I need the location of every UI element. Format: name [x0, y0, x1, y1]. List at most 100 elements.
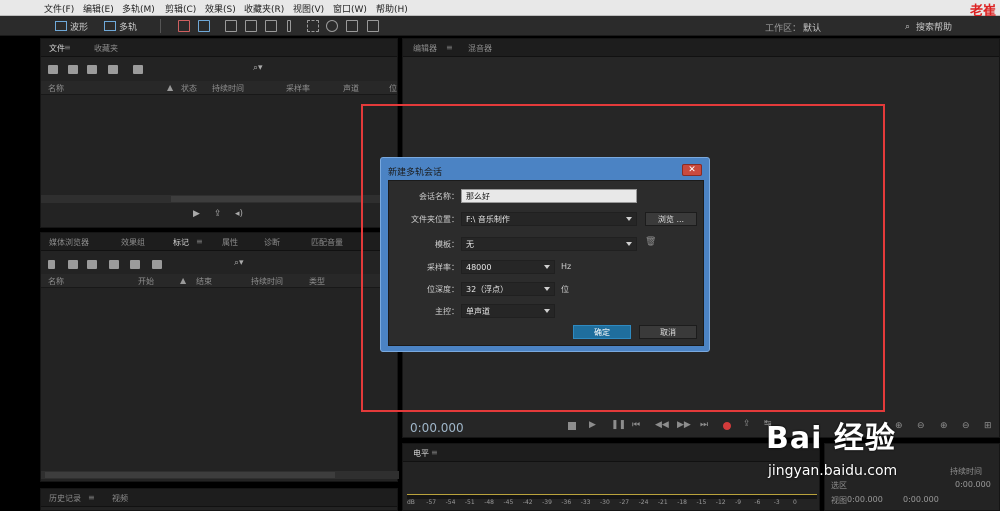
spectral-icon[interactable] [178, 20, 190, 32]
menu-effects[interactable]: 效果(S) [205, 2, 236, 15]
sample-rate-select[interactable]: 48000 [461, 260, 555, 274]
search-help[interactable]: ⌕ 搜索帮助 [905, 20, 952, 34]
play-icon[interactable]: ▶ [193, 209, 200, 219]
tab-menu-icon[interactable]: ≡ [196, 237, 203, 246]
col-status[interactable]: 状态 [181, 83, 197, 94]
zoom-in-amp-icon[interactable]: ⊕ [895, 421, 903, 431]
zoom-out-amp-icon[interactable]: ⊖ [917, 421, 925, 431]
master-select[interactable]: 单声道 [461, 304, 555, 318]
slip-tool-icon[interactable] [265, 20, 277, 32]
delete-icon[interactable] [133, 65, 143, 74]
import-icon[interactable] [68, 65, 78, 74]
cancel-button[interactable]: 取消 [639, 325, 697, 339]
menu-file[interactable]: 文件(F) [44, 2, 74, 15]
menu-edit[interactable]: 编辑(E) [83, 2, 114, 15]
bit-depth-select[interactable]: 32（浮点） [461, 282, 555, 296]
markers-scrollbar[interactable] [41, 471, 399, 479]
tab-editor[interactable]: 编辑器 [413, 43, 437, 54]
brush-icon[interactable] [346, 20, 358, 32]
col-name[interactable]: 名称 [48, 83, 64, 94]
tab-menu-icon[interactable]: ≡ [64, 43, 71, 52]
selection-duration-value[interactable]: 0:00.000 [955, 480, 991, 489]
delete-marker-icon[interactable] [68, 260, 78, 269]
tab-mixer[interactable]: 混音器 [468, 43, 492, 54]
new-file-icon[interactable] [87, 65, 97, 74]
col-duration[interactable]: 持续时间 [251, 276, 283, 287]
loop-export-icon[interactable]: ⇪ [743, 419, 751, 429]
stop-icon[interactable] [568, 422, 576, 430]
rewind-icon[interactable]: ◀◀ [655, 420, 669, 430]
insert-playlist-icon[interactable] [109, 260, 119, 269]
col-sample-rate[interactable]: 采样率 [286, 83, 310, 94]
col-channels[interactable]: 声道 [343, 83, 359, 94]
col-name[interactable]: 名称 [48, 276, 64, 287]
view-start-value[interactable]: 0:00.000 [847, 495, 883, 504]
menu-multitrack[interactable]: 多轨(M) [122, 2, 155, 15]
tab-menu-icon[interactable]: ≡ [431, 448, 438, 457]
folder-location-select[interactable]: F:\ 音乐制作 [461, 212, 637, 226]
tab-favorites[interactable]: 收藏夹 [94, 43, 118, 54]
move-tool-icon[interactable] [225, 20, 237, 32]
tab-markers[interactable]: 标记 [173, 237, 189, 248]
close-icon[interactable]: ✕ [682, 164, 702, 176]
ok-button[interactable]: 确定 [573, 325, 631, 339]
col-start[interactable]: 开始 [138, 276, 154, 287]
multitrack-button[interactable]: 多轨 [104, 19, 137, 33]
markers-search-icon[interactable]: ⌕▾ [234, 258, 244, 268]
col-end[interactable]: 结束 [196, 276, 212, 287]
menu-help[interactable]: 帮助(H) [376, 2, 408, 15]
browse-button[interactable]: 浏览 ... [645, 212, 697, 226]
pitch-icon[interactable] [198, 20, 210, 32]
tab-properties[interactable]: 属性 [222, 237, 238, 248]
time-select-icon[interactable] [287, 20, 291, 32]
record-icon[interactable] [723, 422, 731, 430]
lasso-icon[interactable] [326, 20, 338, 32]
razor-tool-icon[interactable] [245, 20, 257, 32]
insert-icon[interactable] [108, 65, 118, 74]
go-end-icon[interactable]: ⏭ [700, 420, 708, 430]
workspace-select[interactable]: 默认 [803, 21, 821, 34]
menu-window[interactable]: 窗口(W) [333, 2, 367, 15]
menu-view[interactable]: 视图(V) [293, 2, 324, 15]
merge-icon[interactable] [87, 260, 97, 269]
zoom-out-time-icon[interactable]: ⊖ [962, 421, 970, 431]
levels-title[interactable]: 电平 [413, 448, 429, 459]
tab-video[interactable]: 视频 [112, 493, 128, 504]
tab-media-browser[interactable]: 媒体浏览器 [49, 237, 89, 248]
zoom-in-time-icon[interactable]: ⊕ [940, 421, 948, 431]
tab-effects-rack[interactable]: 效果组 [121, 237, 145, 248]
col-duration[interactable]: 持续时间 [212, 83, 244, 94]
view-end-value[interactable]: 0:00.000 [903, 495, 939, 504]
files-scrollbar[interactable] [41, 195, 399, 203]
menu-clip[interactable]: 剪辑(C) [165, 2, 196, 15]
fast-forward-icon[interactable]: ▶▶ [677, 420, 691, 430]
go-start-icon[interactable]: ⏮ [632, 420, 640, 430]
zoom-full-icon[interactable]: ⊞ [984, 421, 992, 431]
autoplay-icon[interactable]: ◂) [235, 209, 243, 219]
export-range-icon[interactable] [130, 260, 140, 269]
template-select[interactable]: 无 [461, 237, 637, 251]
col-bits[interactable]: 位 [389, 83, 397, 94]
tab-history[interactable]: 历史记录 [49, 493, 81, 504]
col-type[interactable]: 类型 [309, 276, 325, 287]
tab-files[interactable]: 文件 [49, 43, 65, 54]
play-icon[interactable]: ▶ [589, 420, 596, 430]
tab-menu-icon[interactable]: ≡ [88, 493, 95, 502]
tab-match-loudness[interactable]: 匹配音量 [311, 237, 343, 248]
tab-diagnostics[interactable]: 诊断 [264, 237, 280, 248]
files-search-icon[interactable]: ⌕▾ [253, 63, 263, 73]
pause-icon[interactable]: ❚❚ [611, 420, 626, 430]
marker-icon[interactable] [48, 260, 55, 269]
export-icon[interactable]: ⇪ [214, 209, 222, 219]
files-scroll-thumb[interactable] [171, 196, 361, 202]
open-folder-icon[interactable] [48, 65, 58, 74]
trash-icon[interactable]: 🗑 [645, 237, 656, 247]
marquee-icon[interactable] [307, 20, 319, 32]
insert-multitrack-icon[interactable] [152, 260, 162, 269]
markers-scroll-thumb[interactable] [45, 472, 335, 478]
menu-favorites[interactable]: 收藏夹(R) [244, 2, 284, 15]
session-name-input[interactable]: 那么好 [461, 189, 637, 203]
healing-icon[interactable] [367, 20, 379, 32]
waveform-button[interactable]: 波形 [55, 19, 88, 33]
tab-menu-icon[interactable]: ≡ [446, 43, 453, 52]
